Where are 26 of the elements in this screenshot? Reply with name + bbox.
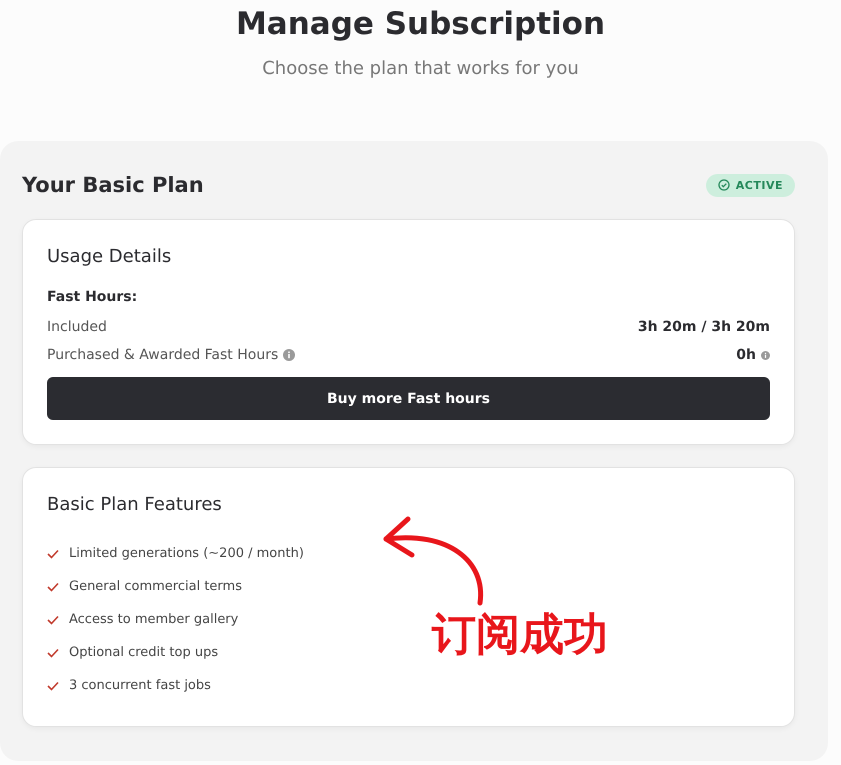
check-icon bbox=[47, 648, 59, 658]
feature-item: Optional credit top ups bbox=[69, 645, 218, 660]
section-label: Fast Hours: bbox=[47, 289, 138, 305]
usage-label: Purchased & Awarded Fast Hours bbox=[47, 347, 278, 363]
usage-value: 0h bbox=[736, 347, 756, 363]
annotation-text: 订阅成功 bbox=[432, 608, 608, 662]
buy-hours-button[interactable]: Buy more Fast hours bbox=[47, 377, 770, 420]
check-icon bbox=[47, 548, 59, 558]
plan-title: Your Basic Plan bbox=[22, 173, 204, 197]
check-icon bbox=[47, 680, 59, 690]
check-circle-icon bbox=[718, 179, 730, 191]
usage-label: Included bbox=[47, 319, 107, 335]
feature-item: Limited generations (~200 / month) bbox=[69, 546, 304, 561]
check-icon bbox=[47, 614, 59, 624]
feature-item: General commercial terms bbox=[69, 579, 242, 594]
card-title: Basic Plan Features bbox=[47, 494, 223, 515]
status-badge: ACTIVE bbox=[706, 174, 795, 196]
feature-item: 3 concurrent fast jobs bbox=[69, 678, 211, 693]
card-title: Usage Details bbox=[47, 246, 172, 267]
usage-value: 3h 20m / 3h 20m bbox=[638, 319, 770, 335]
page-subtitle: Choose the plan that works for you bbox=[262, 58, 579, 79]
info-icon bbox=[283, 349, 296, 361]
info-icon bbox=[761, 350, 770, 360]
page-title: Manage Subscription bbox=[236, 6, 606, 42]
feature-item: Access to member gallery bbox=[69, 612, 238, 627]
check-icon bbox=[47, 582, 59, 592]
